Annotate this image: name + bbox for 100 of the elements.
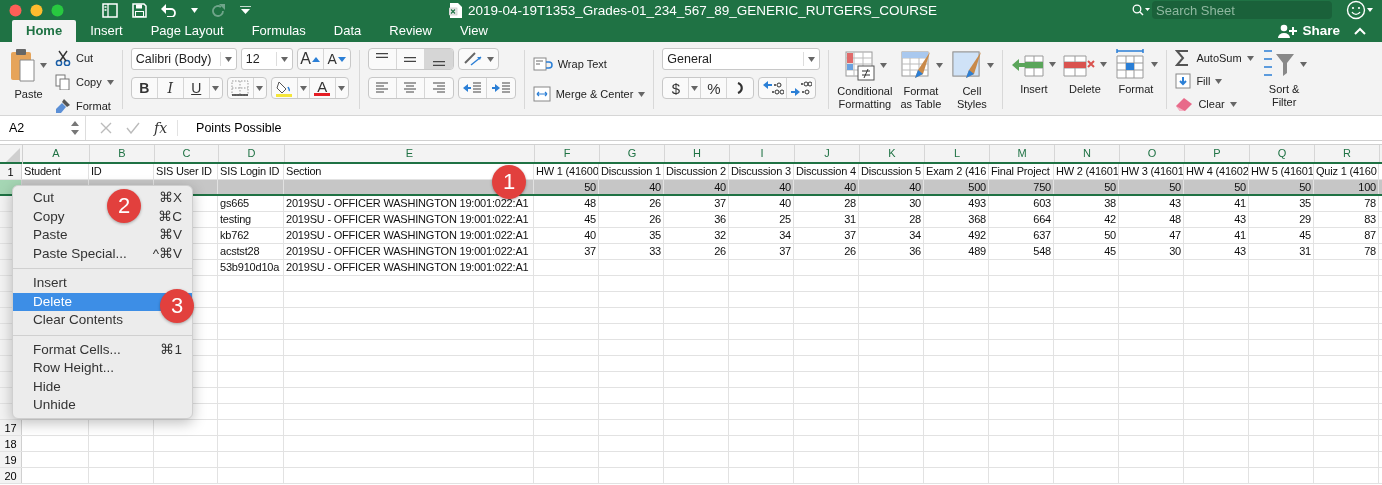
column-header[interactable]: L bbox=[925, 145, 990, 162]
conditional-formatting-button[interactable]: Conditional Formatting bbox=[837, 48, 893, 111]
cancel-icon[interactable] bbox=[100, 122, 112, 134]
comma-icon bbox=[736, 82, 745, 94]
increase-font-button[interactable]: A bbox=[297, 49, 324, 69]
table-cell: 25 bbox=[729, 212, 794, 227]
column-header[interactable]: O bbox=[1120, 145, 1185, 162]
clear-button[interactable]: Clear bbox=[1175, 94, 1254, 114]
ribbon-tab[interactable]: View bbox=[445, 20, 502, 42]
currency-button[interactable]: $ bbox=[663, 78, 690, 98]
function-button[interactable]: fx bbox=[154, 120, 179, 136]
redo-icon[interactable] bbox=[212, 2, 226, 18]
insert-cells-button[interactable]: Insert bbox=[1011, 48, 1057, 95]
row-header[interactable]: 17 bbox=[0, 420, 22, 435]
copy-button[interactable]: Copy bbox=[55, 72, 114, 92]
orientation-button[interactable] bbox=[457, 48, 499, 70]
font-family-select[interactable]: Calibri (Body) bbox=[130, 48, 237, 70]
column-header[interactable]: G bbox=[600, 145, 665, 162]
column-header[interactable]: A bbox=[23, 145, 90, 162]
menu-item[interactable]: Unhide bbox=[33, 396, 76, 415]
row-header[interactable]: 20 bbox=[0, 468, 22, 483]
cell-styles-button[interactable]: Cell Styles bbox=[949, 48, 995, 111]
table-cell: 50 bbox=[1054, 228, 1119, 243]
table-cell: 87 bbox=[1314, 228, 1379, 243]
row-header[interactable]: 19 bbox=[0, 452, 22, 467]
column-header[interactable]: F bbox=[535, 145, 600, 162]
table-cell: Student bbox=[22, 164, 89, 179]
format-as-table-button[interactable]: Format as Table bbox=[898, 48, 944, 111]
column-header[interactable]: R bbox=[1315, 145, 1380, 162]
decrease-font-button[interactable]: A bbox=[323, 49, 350, 69]
column-header[interactable]: E bbox=[285, 145, 535, 162]
ribbon-tab[interactable]: Data bbox=[319, 20, 376, 42]
ribbon-tab[interactable]: Home bbox=[12, 20, 77, 42]
collapse-caret-icon[interactable] bbox=[1354, 26, 1366, 35]
share-button[interactable]: Share bbox=[1278, 23, 1340, 38]
sidebar-icon[interactable] bbox=[102, 2, 118, 18]
column-header[interactable]: Q bbox=[1250, 145, 1315, 162]
merge-center-button[interactable]: Merge & Center bbox=[532, 84, 646, 104]
font-color-button[interactable]: A bbox=[309, 78, 336, 98]
format-painter-button[interactable]: Format bbox=[55, 96, 114, 116]
shortcut-label: ⌘V bbox=[159, 226, 182, 244]
search-field[interactable]: Search Sheet bbox=[1152, 1, 1332, 19]
font-size-select[interactable]: 12 bbox=[240, 48, 293, 70]
table-cell: 29 bbox=[1249, 212, 1314, 227]
column-header[interactable]: C bbox=[155, 145, 219, 162]
column-header[interactable]: H bbox=[665, 145, 730, 162]
sort-filter-button[interactable]: Sort & Filter bbox=[1261, 48, 1307, 109]
menu-item[interactable]: Paste bbox=[33, 226, 68, 245]
formula-field[interactable]: Points Possible bbox=[192, 121, 282, 135]
column-header[interactable]: J bbox=[795, 145, 860, 162]
table-cell: HW 3 (41601 bbox=[1119, 164, 1184, 179]
menu-item[interactable]: Row Height... bbox=[33, 359, 115, 378]
menu-item[interactable]: Cut bbox=[33, 189, 54, 208]
number-format-select[interactable]: General bbox=[662, 48, 821, 70]
format-cells-button[interactable]: Format bbox=[1113, 48, 1159, 95]
caret-icon bbox=[224, 56, 232, 62]
paste-button[interactable]: Paste bbox=[10, 48, 47, 100]
italic-button[interactable]: I bbox=[157, 78, 184, 98]
name-box[interactable]: A2 bbox=[0, 116, 86, 140]
delete-cells-button[interactable]: Delete bbox=[1062, 48, 1108, 95]
save-icon[interactable] bbox=[132, 2, 147, 18]
menu-item[interactable]: Clear Contents bbox=[33, 311, 124, 330]
menu-item[interactable]: Hide bbox=[33, 377, 61, 396]
menu-item[interactable]: Copy bbox=[33, 207, 65, 226]
ribbon-tab[interactable]: Page Layout bbox=[136, 20, 238, 42]
checkmark-icon[interactable] bbox=[126, 122, 140, 134]
column-header[interactable]: M bbox=[990, 145, 1055, 162]
align-bottom-button[interactable] bbox=[424, 49, 453, 69]
row-header[interactable]: 18 bbox=[0, 436, 22, 451]
wrap-text-button[interactable]: Wrap Text bbox=[532, 54, 646, 74]
row-header[interactable]: 1 bbox=[0, 164, 22, 179]
fill-button[interactable]: Fill bbox=[1175, 71, 1254, 91]
ribbon-tab[interactable]: Insert bbox=[76, 20, 137, 42]
undo-icon[interactable] bbox=[161, 3, 177, 17]
menu-item[interactable]: Paste Special... bbox=[33, 244, 127, 263]
close-button[interactable] bbox=[9, 3, 22, 17]
ribbon-tab[interactable]: Review bbox=[375, 20, 446, 42]
bold-button[interactable]: B bbox=[131, 78, 158, 98]
fill-color-menu-button[interactable] bbox=[297, 78, 310, 98]
ribbon-tab[interactable]: Formulas bbox=[237, 20, 320, 42]
cut-button[interactable]: Cut bbox=[55, 48, 114, 68]
zoom-button[interactable] bbox=[51, 3, 64, 17]
currency-menu-button[interactable] bbox=[689, 78, 702, 98]
table-cell: 34 bbox=[729, 228, 794, 243]
autosum-button[interactable]: AutoSum bbox=[1175, 48, 1254, 68]
percent-button[interactable]: % bbox=[701, 78, 728, 98]
column-header[interactable]: I bbox=[730, 145, 795, 162]
minimize-button[interactable] bbox=[30, 3, 43, 17]
column-header[interactable]: P bbox=[1185, 145, 1250, 162]
customize-caret-icon[interactable] bbox=[240, 5, 251, 15]
caret-icon bbox=[106, 79, 114, 85]
column-header[interactable]: N bbox=[1055, 145, 1120, 162]
column-header[interactable]: D bbox=[219, 145, 285, 162]
table-cell: 50 bbox=[1119, 180, 1184, 194]
column-header[interactable]: K bbox=[860, 145, 925, 162]
menu-item[interactable]: Insert bbox=[33, 274, 67, 293]
underline-button[interactable]: U bbox=[183, 78, 210, 98]
menu-item[interactable]: Format Cells... bbox=[33, 340, 121, 359]
column-header[interactable]: B bbox=[90, 145, 155, 162]
smiley-icon[interactable] bbox=[1346, 0, 1374, 20]
